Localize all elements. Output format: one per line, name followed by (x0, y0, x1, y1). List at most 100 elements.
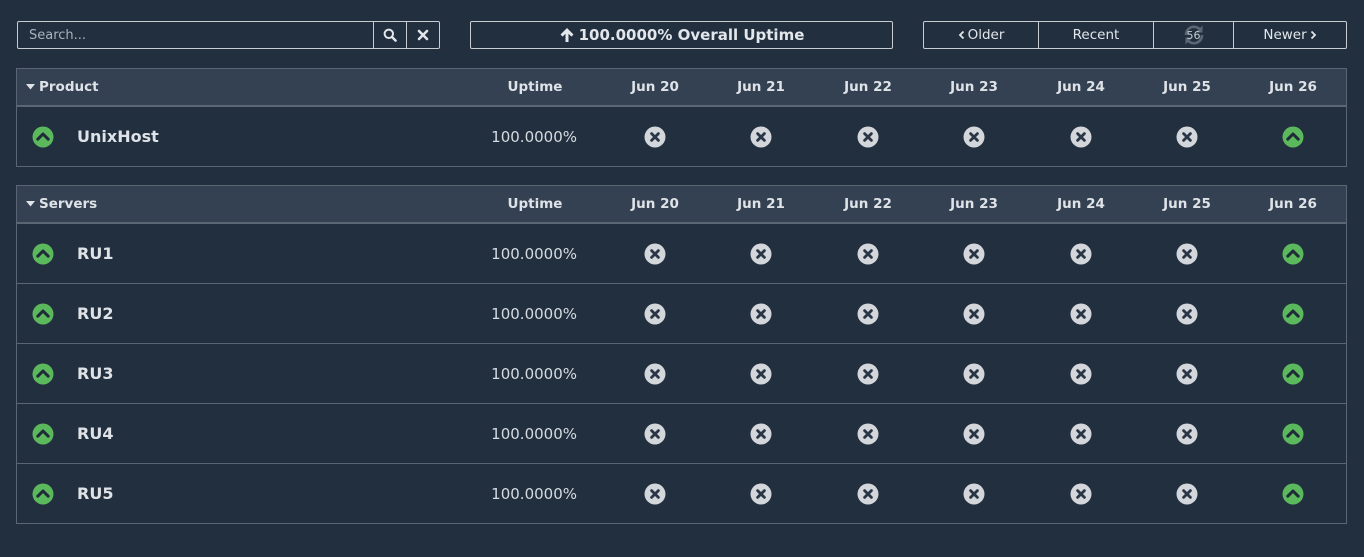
status-unavailable-icon (750, 303, 772, 324)
day-status-cell[interactable] (848, 224, 888, 283)
day-status-cell[interactable] (1273, 404, 1313, 463)
monitor-name[interactable]: RU3 (77, 344, 113, 403)
day-status-cell[interactable] (741, 404, 781, 463)
day-status-cell[interactable] (954, 404, 994, 463)
day-status-cell[interactable] (1061, 344, 1101, 403)
day-column-header: Jun 22 (844, 196, 892, 212)
day-status-cell[interactable] (1061, 107, 1101, 166)
clear-search-button[interactable] (406, 22, 439, 48)
status-unavailable-icon (963, 423, 985, 444)
status-unavailable-icon (963, 303, 985, 324)
day-column-header: Jun 21 (737, 196, 785, 212)
status-unavailable-icon (1176, 303, 1198, 324)
day-status-cell[interactable] (1273, 107, 1313, 166)
search-icon (383, 28, 397, 42)
day-status-cell[interactable] (1061, 404, 1101, 463)
group-header: Product Uptime Jun 20 Jun 21 Jun 22 Jun 23 Jun… (17, 69, 1346, 106)
day-status-cell[interactable] (1167, 404, 1207, 463)
monitor-uptime: 100.0000% (491, 244, 577, 263)
status-unavailable-icon (750, 483, 772, 504)
status-unavailable-icon (644, 126, 666, 147)
group-toggle[interactable]: Product (26, 69, 99, 105)
refresh-button[interactable]: 56 (1153, 22, 1233, 48)
monitor-name[interactable]: UnixHost (77, 107, 159, 166)
status-unavailable-icon (1176, 363, 1198, 384)
day-status-cell[interactable] (1167, 344, 1207, 403)
status-unavailable-icon (1070, 243, 1092, 264)
day-column-header: Jun 24 (1057, 79, 1105, 95)
day-status-cell[interactable] (1061, 284, 1101, 343)
day-status-cell[interactable] (1167, 224, 1207, 283)
older-button[interactable]: Older (924, 22, 1038, 48)
monitor-uptime: 100.0000% (491, 127, 577, 146)
monitor-uptime: 100.0000% (491, 424, 577, 443)
day-status-cell[interactable] (954, 284, 994, 343)
day-column-header: Jun 20 (631, 79, 679, 95)
overall-uptime-button[interactable]: 100.0000% Overall Uptime (470, 21, 893, 49)
monitor-row: UnixHost 100.0000% (17, 106, 1346, 166)
day-status-cell[interactable] (848, 464, 888, 523)
row-status (32, 483, 54, 505)
monitor-name[interactable]: RU5 (77, 464, 113, 523)
day-status-cell[interactable] (635, 404, 675, 463)
day-column-header: Jun 25 (1163, 79, 1211, 95)
monitor-row: RU2 100.0000% (17, 283, 1346, 343)
day-status-cell[interactable] (741, 464, 781, 523)
monitor-row: RU1 100.0000% (17, 223, 1346, 283)
day-status-cell[interactable] (635, 107, 675, 166)
newer-button[interactable]: Newer (1233, 22, 1346, 48)
day-column-header: Jun 23 (950, 196, 998, 212)
group-toggle[interactable]: Servers (26, 186, 97, 222)
status-unavailable-icon (1176, 423, 1198, 444)
day-status-cell[interactable] (848, 344, 888, 403)
group-panel: Product Uptime Jun 20 Jun 21 Jun 22 Jun 23 Jun… (16, 68, 1347, 167)
day-status-cell[interactable] (1061, 224, 1101, 283)
status-unavailable-icon (1070, 303, 1092, 324)
day-status-cell[interactable] (635, 464, 675, 523)
toolbar: 100.0000% Overall Uptime Older Recent 56… (0, 21, 1364, 49)
day-status-cell[interactable] (741, 344, 781, 403)
monitor-name[interactable]: RU1 (77, 224, 113, 283)
day-status-cell[interactable] (635, 284, 675, 343)
row-status (32, 243, 54, 265)
day-status-cell[interactable] (741, 224, 781, 283)
row-status (32, 423, 54, 445)
status-unavailable-icon (1070, 423, 1092, 444)
status-unavailable-icon (857, 126, 879, 147)
day-status-cell[interactable] (741, 284, 781, 343)
search-input[interactable] (18, 22, 373, 48)
day-status-cell[interactable] (1061, 464, 1101, 523)
day-status-cell[interactable] (1273, 284, 1313, 343)
day-status-cell[interactable] (635, 224, 675, 283)
day-status-cell[interactable] (848, 284, 888, 343)
recent-button[interactable]: Recent (1038, 22, 1153, 48)
day-status-cell[interactable] (1167, 464, 1207, 523)
day-status-cell[interactable] (1273, 464, 1313, 523)
day-status-cell[interactable] (741, 107, 781, 166)
status-up-icon (1282, 243, 1304, 264)
monitor-name[interactable]: RU2 (77, 284, 113, 343)
monitor-name[interactable]: RU4 (77, 404, 113, 463)
day-status-cell[interactable] (848, 107, 888, 166)
day-status-cell[interactable] (954, 224, 994, 283)
day-status-cell[interactable] (635, 344, 675, 403)
status-unavailable-icon (1176, 483, 1198, 504)
group-title: Servers (39, 196, 98, 212)
day-status-cell[interactable] (1273, 224, 1313, 283)
search-button[interactable] (373, 22, 406, 48)
status-unavailable-icon (750, 243, 772, 264)
status-unavailable-icon (963, 363, 985, 384)
day-status-cell[interactable] (954, 107, 994, 166)
day-column-header: Jun 20 (631, 196, 679, 212)
day-status-cell[interactable] (1273, 344, 1313, 403)
status-up-icon (1282, 303, 1304, 324)
day-status-cell[interactable] (848, 404, 888, 463)
monitor-row: RU5 100.0000% (17, 463, 1346, 523)
day-status-cell[interactable] (954, 464, 994, 523)
day-status-cell[interactable] (1167, 284, 1207, 343)
status-up-icon (1282, 423, 1304, 444)
day-status-cell[interactable] (1167, 107, 1207, 166)
overall-uptime-label: 100.0000% Overall Uptime (578, 26, 805, 44)
caret-down-icon (26, 201, 35, 207)
day-status-cell[interactable] (954, 344, 994, 403)
